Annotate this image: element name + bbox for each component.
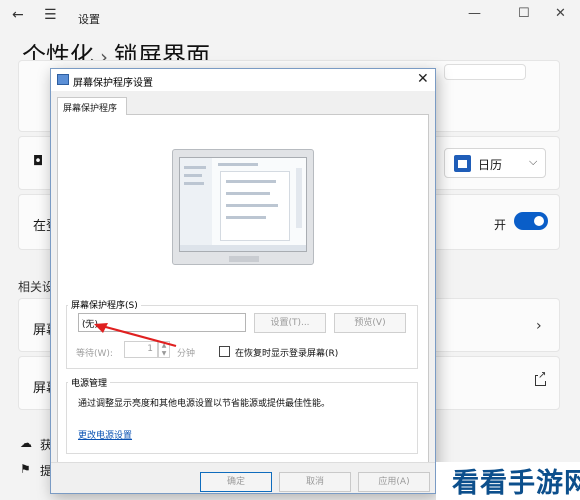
preview-button[interactable]: 预览(V) xyxy=(334,313,406,333)
tab-screensaver[interactable]: 屏幕保护程序 xyxy=(57,97,127,115)
power-group-label: 电源管理 xyxy=(68,376,111,389)
power-management-group xyxy=(66,382,418,454)
status-app-icon: ◘ xyxy=(33,154,44,169)
preview-screen xyxy=(179,157,307,252)
calendar-icon xyxy=(454,155,471,172)
settings-card-control[interactable] xyxy=(444,64,526,80)
resume-logon-checkbox[interactable] xyxy=(219,346,230,357)
window-title: 设置 xyxy=(78,13,100,26)
resume-logon-label[interactable]: 在恢复时显示登录屏幕(R) xyxy=(235,346,338,359)
dialog-close-icon[interactable]: ✕ xyxy=(417,71,429,87)
screensaver-settings-button[interactable]: 设置(T)... xyxy=(254,313,326,333)
screensaver-group-label: 屏幕保护程序(S) xyxy=(68,298,141,311)
maximize-icon[interactable]: ☐ xyxy=(518,6,530,21)
monitor-icon xyxy=(57,74,69,85)
apply-button[interactable]: 应用(A) xyxy=(358,472,430,492)
annotation-arrow-icon xyxy=(94,323,177,348)
help-icon[interactable]: ☁ xyxy=(20,436,32,450)
related-settings-heading: 相关设 xyxy=(18,280,55,294)
change-power-settings-link[interactable]: 更改电源设置 xyxy=(78,428,132,441)
watermark-logo: 看看手游网 xyxy=(452,468,580,499)
dialog-titlebar: 屏幕保护程序设置 ✕ xyxy=(51,69,435,91)
back-arrow-icon[interactable]: ← xyxy=(12,7,24,23)
toggle-state-label: 开 xyxy=(494,218,507,232)
cancel-button[interactable]: 取消 xyxy=(279,472,351,492)
dialog-title: 屏幕保护程序设置 xyxy=(73,78,153,89)
tab-label: 屏幕保护程序 xyxy=(63,104,118,114)
lockscreen-status-dropdown[interactable]: 日历 ⌵ xyxy=(444,148,546,178)
dropdown-value: 日历 xyxy=(478,158,503,172)
settings-titlebar: ← ☰ 设置 — ☐ ✕ xyxy=(0,0,580,32)
hamburger-menu-icon[interactable]: ☰ xyxy=(44,7,57,23)
ok-button[interactable]: 确定 xyxy=(200,472,272,492)
chevron-right-icon: › xyxy=(536,318,542,334)
minimize-icon[interactable]: — xyxy=(468,6,481,21)
external-link-icon xyxy=(535,370,547,386)
close-icon[interactable]: ✕ xyxy=(555,6,566,21)
signin-background-toggle[interactable] xyxy=(514,212,548,230)
chevron-down-icon: ⌵ xyxy=(529,155,538,168)
feedback-icon[interactable]: ⚑ xyxy=(20,462,31,476)
power-description: 通过调整显示亮度和其他电源设置以节省能源或提供最佳性能。 xyxy=(78,399,331,409)
preview-monitor-image xyxy=(172,149,314,265)
